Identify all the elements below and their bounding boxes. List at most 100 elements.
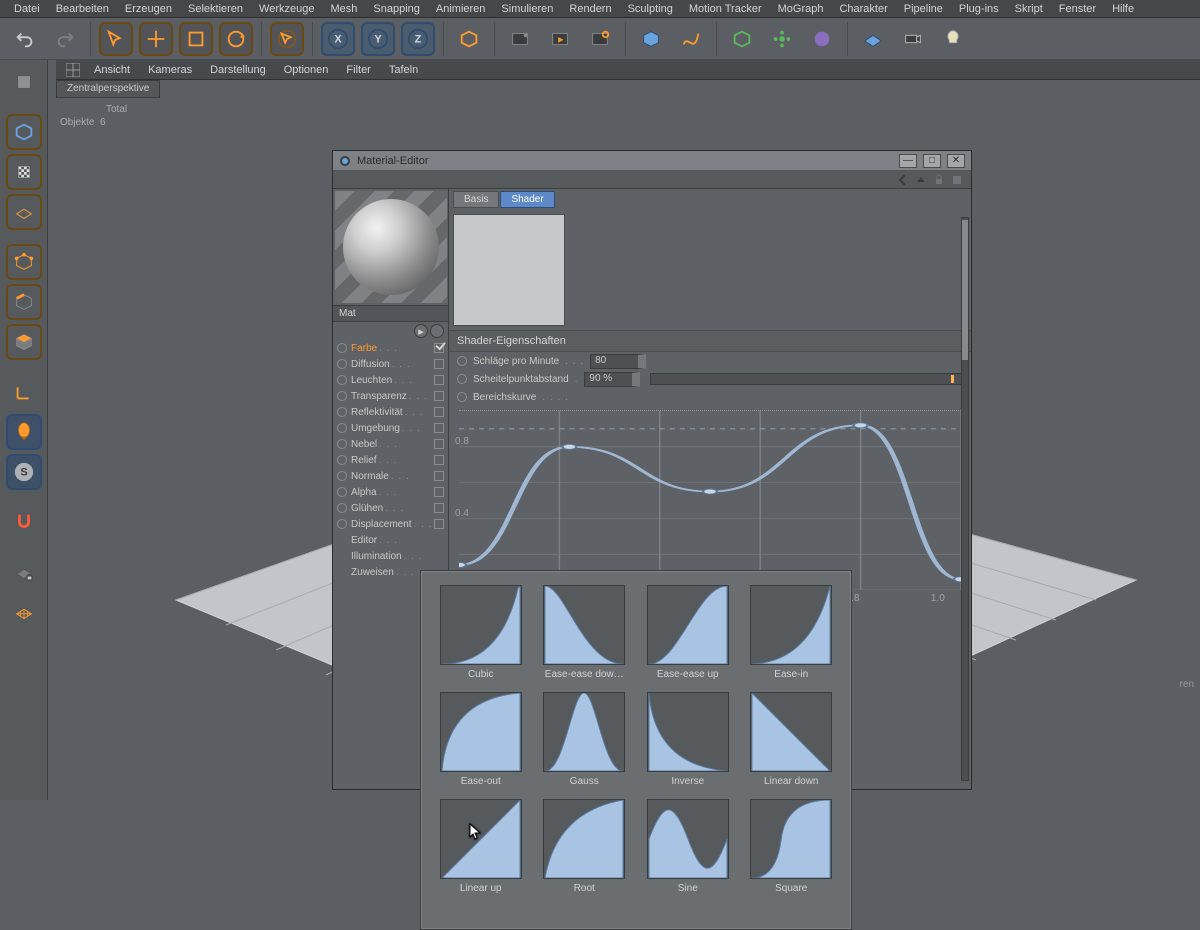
spline-button[interactable] — [674, 22, 708, 56]
preset-linear-up[interactable]: Linear up — [435, 799, 527, 894]
generator-button[interactable] — [725, 22, 759, 56]
preset-ease-out[interactable]: Ease-out — [435, 692, 527, 787]
channel-normale[interactable]: Normale . . . — [337, 468, 444, 484]
channel-umgebung[interactable]: Umgebung . . . — [337, 420, 444, 436]
menu-simulieren[interactable]: Simulieren — [495, 1, 559, 17]
render-settings-icon[interactable] — [583, 22, 617, 56]
menu-sculpting[interactable]: Sculpting — [622, 1, 679, 17]
vdist-slider[interactable] — [650, 373, 963, 385]
model-mode-icon[interactable] — [6, 114, 42, 150]
axis-x-button[interactable]: X — [321, 22, 355, 56]
window-minimize-button[interactable]: — — [899, 154, 917, 168]
viewport-menu-darstellung[interactable]: Darstellung — [202, 62, 274, 78]
cube-icon[interactable] — [452, 22, 486, 56]
preset-square[interactable]: Square — [746, 799, 838, 894]
deformer-button[interactable] — [765, 22, 799, 56]
preset-cubic[interactable]: Cubic — [435, 585, 527, 680]
menu-werkzeuge[interactable]: Werkzeuge — [253, 1, 320, 17]
make-editable-icon[interactable] — [6, 64, 42, 100]
window-close-button[interactable]: ✕ — [947, 154, 965, 168]
render-icon[interactable] — [503, 22, 537, 56]
nav-lock-icon[interactable] — [933, 174, 945, 186]
lasso-button[interactable] — [270, 22, 304, 56]
menu-skript[interactable]: Skript — [1009, 1, 1049, 17]
menu-animieren[interactable]: Animieren — [430, 1, 492, 17]
shader-preview[interactable] — [453, 214, 565, 326]
bpm-input[interactable]: 80 — [590, 354, 646, 369]
menu-mograph[interactable]: MoGraph — [772, 1, 830, 17]
menu-selektieren[interactable]: Selektieren — [182, 1, 249, 17]
menu-snapping[interactable]: Snapping — [367, 1, 426, 17]
preset-ease-ease-dow-[interactable]: Ease-ease dow… — [539, 585, 631, 680]
channel-transparenz[interactable]: Transparenz . . . — [337, 388, 444, 404]
viewport-menu-filter[interactable]: Filter — [338, 62, 378, 78]
preset-linear-down[interactable]: Linear down — [746, 692, 838, 787]
light-button[interactable] — [936, 22, 970, 56]
nav-up-icon[interactable] — [915, 174, 927, 186]
preset-gauss[interactable]: Gauss — [539, 692, 631, 787]
scale-button[interactable] — [179, 22, 213, 56]
undo-button[interactable] — [8, 22, 42, 56]
vdist-input[interactable]: 90 % — [584, 372, 640, 387]
nav-menu-icon[interactable] — [951, 174, 963, 186]
menu-erzeugen[interactable]: Erzeugen — [119, 1, 178, 17]
snap-icon[interactable]: S — [6, 454, 42, 490]
channel-leuchten[interactable]: Leuchten . . . — [337, 372, 444, 388]
preset-sine[interactable]: Sine — [642, 799, 734, 894]
primitive-button[interactable] — [634, 22, 668, 56]
menu-bearbeiten[interactable]: Bearbeiten — [50, 1, 115, 17]
point-mode-icon[interactable] — [6, 244, 42, 280]
channel-farbe[interactable]: Farbe . . . — [337, 340, 444, 356]
menu-motion-tracker[interactable]: Motion Tracker — [683, 1, 768, 17]
tab-basis[interactable]: Basis — [453, 191, 499, 208]
picture-viewer-icon[interactable] — [543, 22, 577, 56]
menu-datei[interactable]: Datei — [8, 1, 46, 17]
viewport-menu-kameras[interactable]: Kameras — [140, 62, 200, 78]
tweak-icon[interactable] — [6, 414, 42, 450]
menu-rendern[interactable]: Rendern — [563, 1, 617, 17]
rotate-button[interactable] — [219, 22, 253, 56]
channel-displacement[interactable]: Displacement . . . — [337, 516, 444, 532]
range-curve[interactable]: 0.8 0.4 0.2 0.4 0.6 0.8 1.0 — [459, 410, 961, 590]
menu-pipeline[interactable]: Pipeline — [898, 1, 949, 17]
polygon-mode-icon[interactable] — [6, 324, 42, 360]
menu-mesh[interactable]: Mesh — [324, 1, 363, 17]
axis-z-button[interactable]: Z — [401, 22, 435, 56]
channel-editor[interactable]: Editor . . . — [337, 532, 444, 548]
channel-alpha[interactable]: Alpha . . . — [337, 484, 444, 500]
menu-plugins[interactable]: Plug-ins — [953, 1, 1005, 17]
viewport-menu-tafeln[interactable]: Tafeln — [381, 62, 426, 78]
channel-nebel[interactable]: Nebel . . . — [337, 436, 444, 452]
preset-ease-ease-up[interactable]: Ease-ease up — [642, 585, 734, 680]
edge-mode-icon[interactable] — [6, 284, 42, 320]
floor-button[interactable] — [856, 22, 890, 56]
material-preview[interactable] — [335, 191, 447, 303]
viewport-menu-ansicht[interactable]: Ansicht — [86, 62, 138, 78]
live-select-button[interactable] — [99, 22, 133, 56]
channel-relief[interactable]: Relief . . . — [337, 452, 444, 468]
tab-shader[interactable]: Shader — [500, 191, 554, 208]
workplane-lock-icon[interactable] — [6, 554, 42, 590]
camera-button[interactable] — [896, 22, 930, 56]
preset-inverse[interactable]: Inverse — [642, 692, 734, 787]
channel-diffusion[interactable]: Diffusion . . . — [337, 356, 444, 372]
properties-scrollbar[interactable] — [961, 217, 969, 781]
workplane-mode-icon[interactable] — [6, 194, 42, 230]
axis-icon[interactable] — [6, 374, 42, 410]
window-maximize-button[interactable]: □ — [923, 154, 941, 168]
material-name-label[interactable]: Mat — [333, 305, 448, 322]
channel-glühen[interactable]: Glühen . . . — [337, 500, 444, 516]
move-button[interactable] — [139, 22, 173, 56]
material-prev-arrow-icon[interactable]: ▸ — [414, 324, 428, 338]
preset-ease-in[interactable]: Ease-in — [746, 585, 838, 680]
preset-root[interactable]: Root — [539, 799, 631, 894]
texture-mode-icon[interactable] — [6, 154, 42, 190]
menu-charakter[interactable]: Charakter — [833, 1, 893, 17]
workplane-align-icon[interactable] — [6, 594, 42, 630]
nav-back-icon[interactable] — [897, 174, 909, 186]
viewport-menu-optionen[interactable]: Optionen — [276, 62, 337, 78]
channel-reflektivität[interactable]: Reflektivität . . . — [337, 404, 444, 420]
material-editor-titlebar[interactable]: Material-Editor — □ ✕ — [333, 151, 971, 171]
axis-y-button[interactable]: Y — [361, 22, 395, 56]
redo-button[interactable] — [48, 22, 82, 56]
